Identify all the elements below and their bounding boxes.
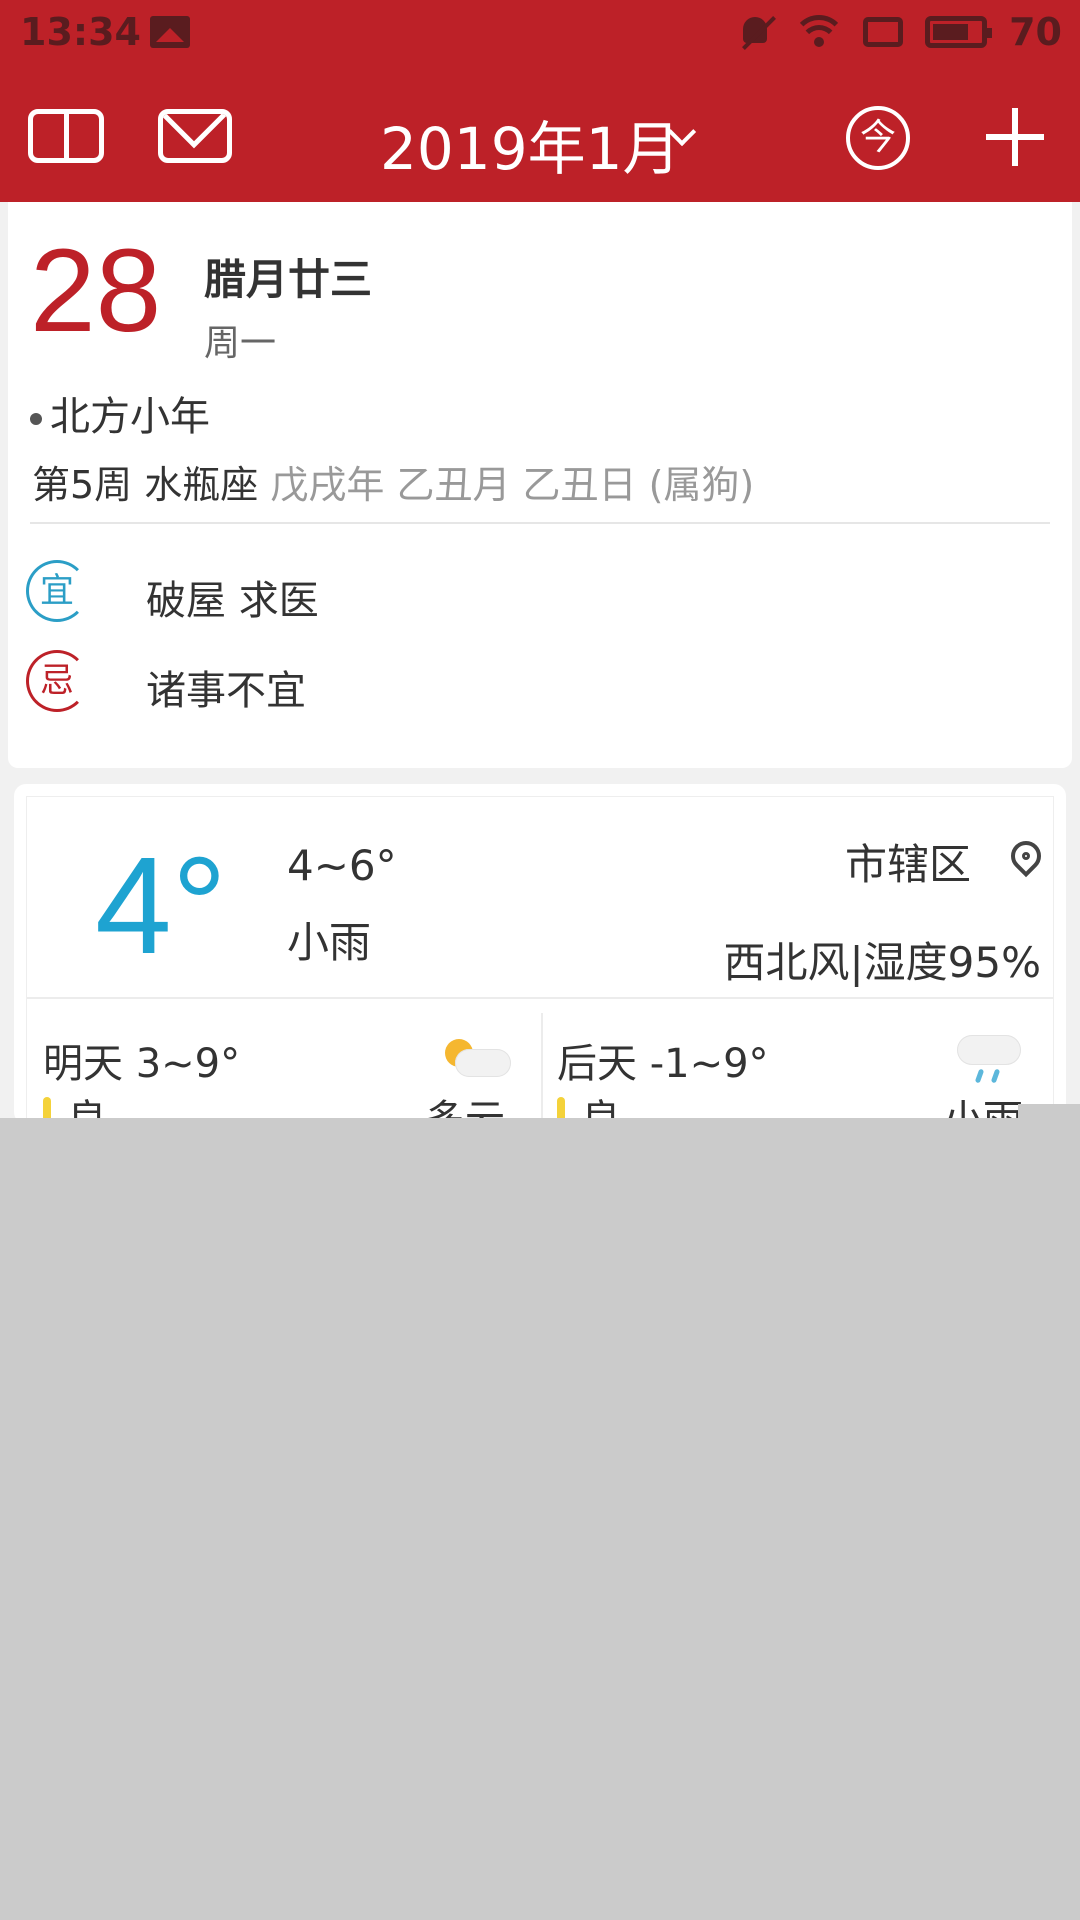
weather-condition: 小雨 (287, 918, 372, 967)
weekday: 周一 (204, 323, 277, 364)
ji-icon: 忌 (26, 650, 88, 712)
ganzhi: 戊戌年 乙丑月 乙丑日 (属狗) (270, 463, 755, 507)
today-icon[interactable]: 今 (846, 106, 910, 170)
month-title[interactable]: 2019年1月 (380, 102, 681, 186)
mail-icon[interactable] (158, 109, 232, 163)
status-icons: 70 (737, 10, 1062, 54)
day-after-label: 后天 -1~9° (557, 1041, 769, 1087)
divider (30, 522, 1050, 524)
battery-level: 70 (1009, 10, 1062, 54)
temperature-range: 4~6° (287, 841, 397, 890)
wind-humidity: 西北风|湿度95% (723, 938, 1041, 987)
plus-icon[interactable] (986, 108, 1044, 166)
status-bar: 13:34 70 (0, 0, 1080, 66)
battery-icon (925, 16, 993, 48)
partly-cloudy-icon (445, 1037, 515, 1081)
week-info-line: 第5周 水瓶座 戊戌年 乙丑月 乙丑日 (属狗) (32, 454, 754, 509)
bell-muted-icon (737, 13, 775, 51)
location-pin-icon[interactable] (1004, 834, 1048, 878)
yi-text: 破屋 求医 (146, 578, 319, 624)
weather-card[interactable]: 4° 4~6° 小雨 市辖区 西北风|湿度95% 明天 3~9° 良 多云 后天… (14, 784, 1066, 1143)
rain-icon (957, 1035, 1023, 1087)
image-icon (150, 16, 190, 48)
wifi-icon (797, 13, 842, 51)
forecast-separator (27, 997, 1053, 999)
day-number: 28 (30, 225, 162, 357)
app-bar: 2019年1月 今 (0, 66, 1080, 202)
book-icon[interactable] (28, 109, 104, 163)
weather-inner: 4° 4~6° 小雨 市辖区 西北风|湿度95% 明天 3~9° 良 多云 后天… (26, 796, 1054, 1143)
status-time: 13:34 (20, 10, 141, 54)
tomorrow-label: 明天 3~9° (43, 1041, 241, 1087)
lunar-date: 腊月廿三 (204, 255, 373, 304)
location-name[interactable]: 市辖区 (845, 831, 971, 892)
yi-icon: 宜 (26, 560, 88, 622)
festival: 北方小年 (30, 384, 210, 442)
ji-text: 诸事不宜 (146, 668, 306, 714)
festival-name: 北方小年 (50, 394, 210, 440)
current-temperature: 4° (95, 829, 227, 983)
screen-icon (863, 17, 904, 47)
bullet-icon (30, 413, 42, 425)
week-info: 第5周 水瓶座 (32, 463, 259, 507)
loading-overlay (0, 1104, 1080, 1920)
date-card[interactable]: 28 腊月廿三 周一 北方小年 第5周 水瓶座 戊戌年 乙丑月 乙丑日 (属狗)… (8, 202, 1072, 768)
